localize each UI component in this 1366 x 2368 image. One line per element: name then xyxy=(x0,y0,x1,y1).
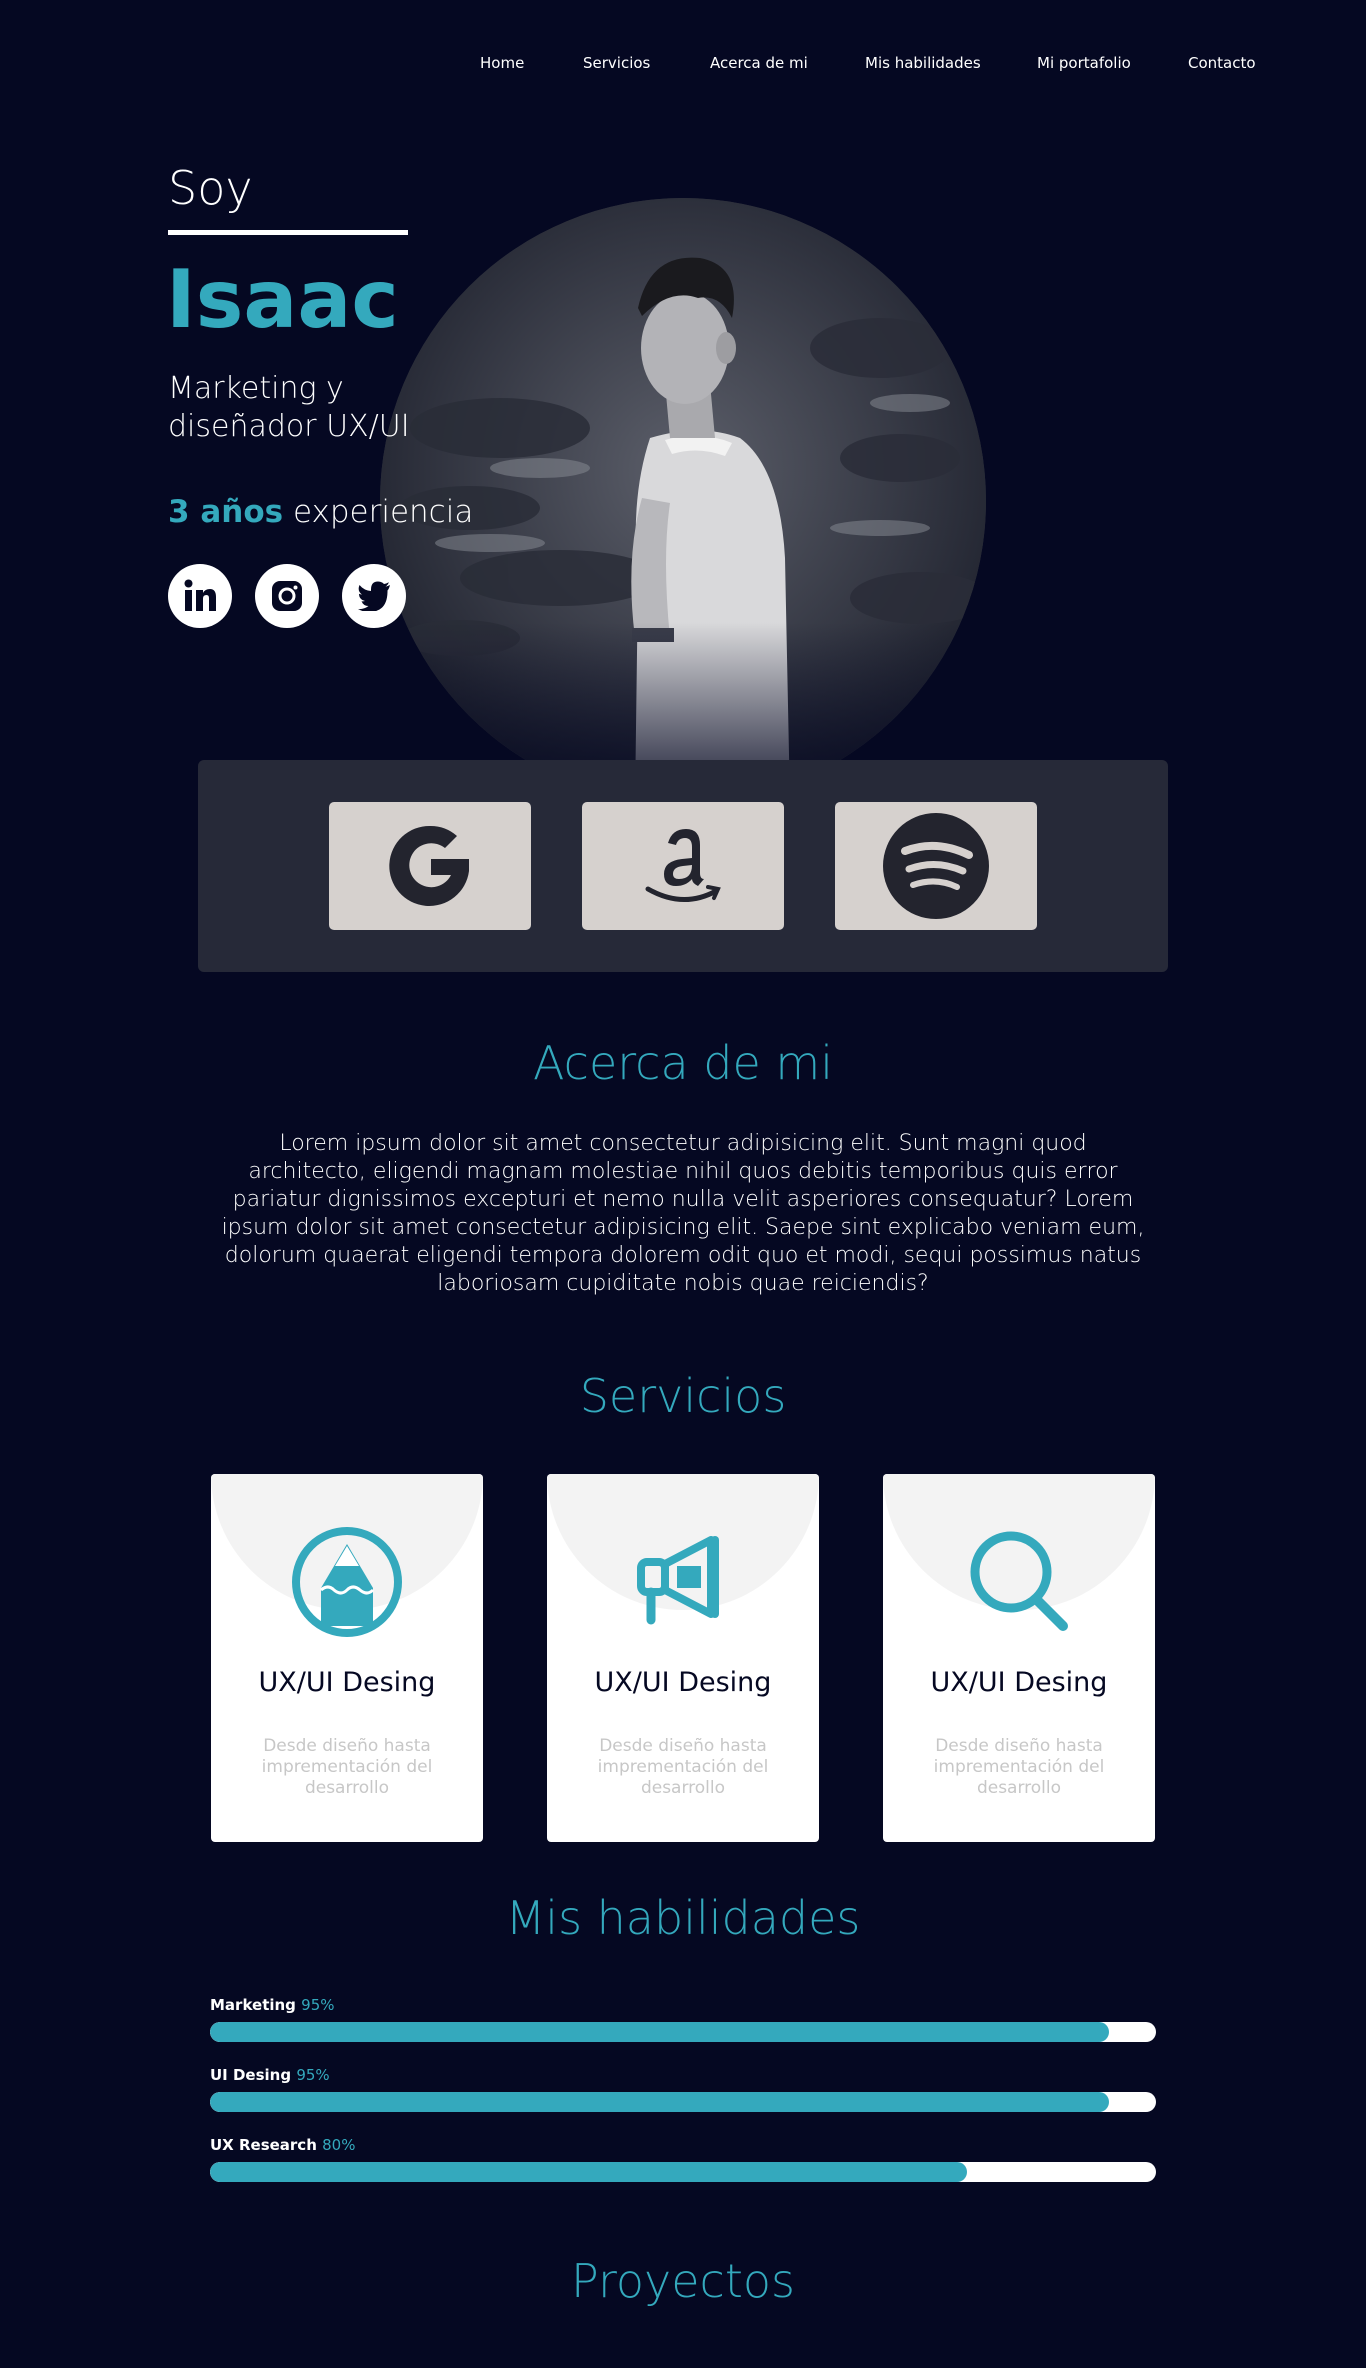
service-description: Desde diseño hasta imprementación del de… xyxy=(597,1736,769,1798)
nav-contacto-link[interactable]: Contacto xyxy=(1188,50,1256,76)
skill-bar-fill xyxy=(210,2092,1109,2112)
skill-label-ui-desing: UI Desing 95% xyxy=(210,2065,330,2085)
projects-title: Proyectos xyxy=(571,2254,795,2308)
twitter-icon[interactable] xyxy=(342,564,406,628)
skill-name: Marketing xyxy=(210,1996,296,2014)
amazon-logo xyxy=(582,802,784,930)
service-card[interactable]: UX/UI Desing Desde diseño hasta impremen… xyxy=(547,1474,819,1842)
service-description: Desde diseño hasta imprementación del de… xyxy=(933,1736,1105,1798)
nav-portafolio-link[interactable]: Mi portafolio xyxy=(1037,50,1131,76)
instagram-icon[interactable] xyxy=(255,564,319,628)
linkedin-icon[interactable] xyxy=(168,564,232,628)
skill-percent: 95% xyxy=(301,1996,335,2014)
hero-name: Isaac xyxy=(166,253,399,346)
top-nav: Home Servicios Acerca de mi Mis habilida… xyxy=(0,50,1366,76)
skill-bar-fill xyxy=(210,2022,1109,2042)
google-logo xyxy=(329,802,531,930)
service-description: Desde diseño hasta imprementación del de… xyxy=(261,1736,433,1798)
experience-years: 3 años xyxy=(168,494,284,530)
skill-percent: 95% xyxy=(296,2066,330,2084)
about-title: Acerca de mi xyxy=(533,1036,833,1090)
skill-bar-ui-desing xyxy=(210,2092,1156,2112)
skill-label-ux-research: UX Research 80% xyxy=(210,2135,355,2155)
brands-panel xyxy=(198,760,1168,972)
search-icon xyxy=(959,1522,1079,1642)
hero-experience: 3 años experiencia xyxy=(168,492,473,532)
services-title: Servicios xyxy=(579,1369,787,1423)
service-card[interactable]: UX/UI Desing Desde diseño hasta impremen… xyxy=(211,1474,483,1842)
experience-label: experiencia xyxy=(292,494,474,530)
skill-percent: 80% xyxy=(322,2136,356,2154)
skill-bar-ux-research xyxy=(210,2162,1156,2182)
service-title: UX/UI Desing xyxy=(930,1667,1108,1698)
skill-label-marketing: Marketing 95% xyxy=(210,1995,335,2015)
skill-bar-fill xyxy=(210,2162,967,2182)
skill-name: UX Research xyxy=(210,2136,317,2154)
hero-greeting: Soy xyxy=(168,161,253,215)
skill-name: UI Desing xyxy=(210,2066,292,2084)
skills-title: Mis habilidades xyxy=(505,1891,861,1945)
pencil-icon xyxy=(287,1522,407,1642)
nav-acerca-link[interactable]: Acerca de mi xyxy=(710,50,808,76)
service-title: UX/UI Desing xyxy=(258,1667,436,1698)
about-text: Lorem ipsum dolor sit amet consectetur a… xyxy=(221,1131,1145,1296)
nav-habilidades-link[interactable]: Mis habilidades xyxy=(865,50,981,76)
nav-servicios-link[interactable]: Servicios xyxy=(583,50,650,76)
skill-bar-marketing xyxy=(210,2022,1156,2042)
greeting-underline xyxy=(168,230,408,235)
service-title: UX/UI Desing xyxy=(594,1667,772,1698)
megaphone-icon xyxy=(623,1522,743,1642)
hero-role: Marketing y diseñador UX/UI xyxy=(168,371,410,444)
service-card[interactable]: UX/UI Desing Desde diseño hasta impremen… xyxy=(883,1474,1155,1842)
nav-home-link[interactable]: Home xyxy=(480,50,524,76)
spotify-logo xyxy=(835,802,1037,930)
